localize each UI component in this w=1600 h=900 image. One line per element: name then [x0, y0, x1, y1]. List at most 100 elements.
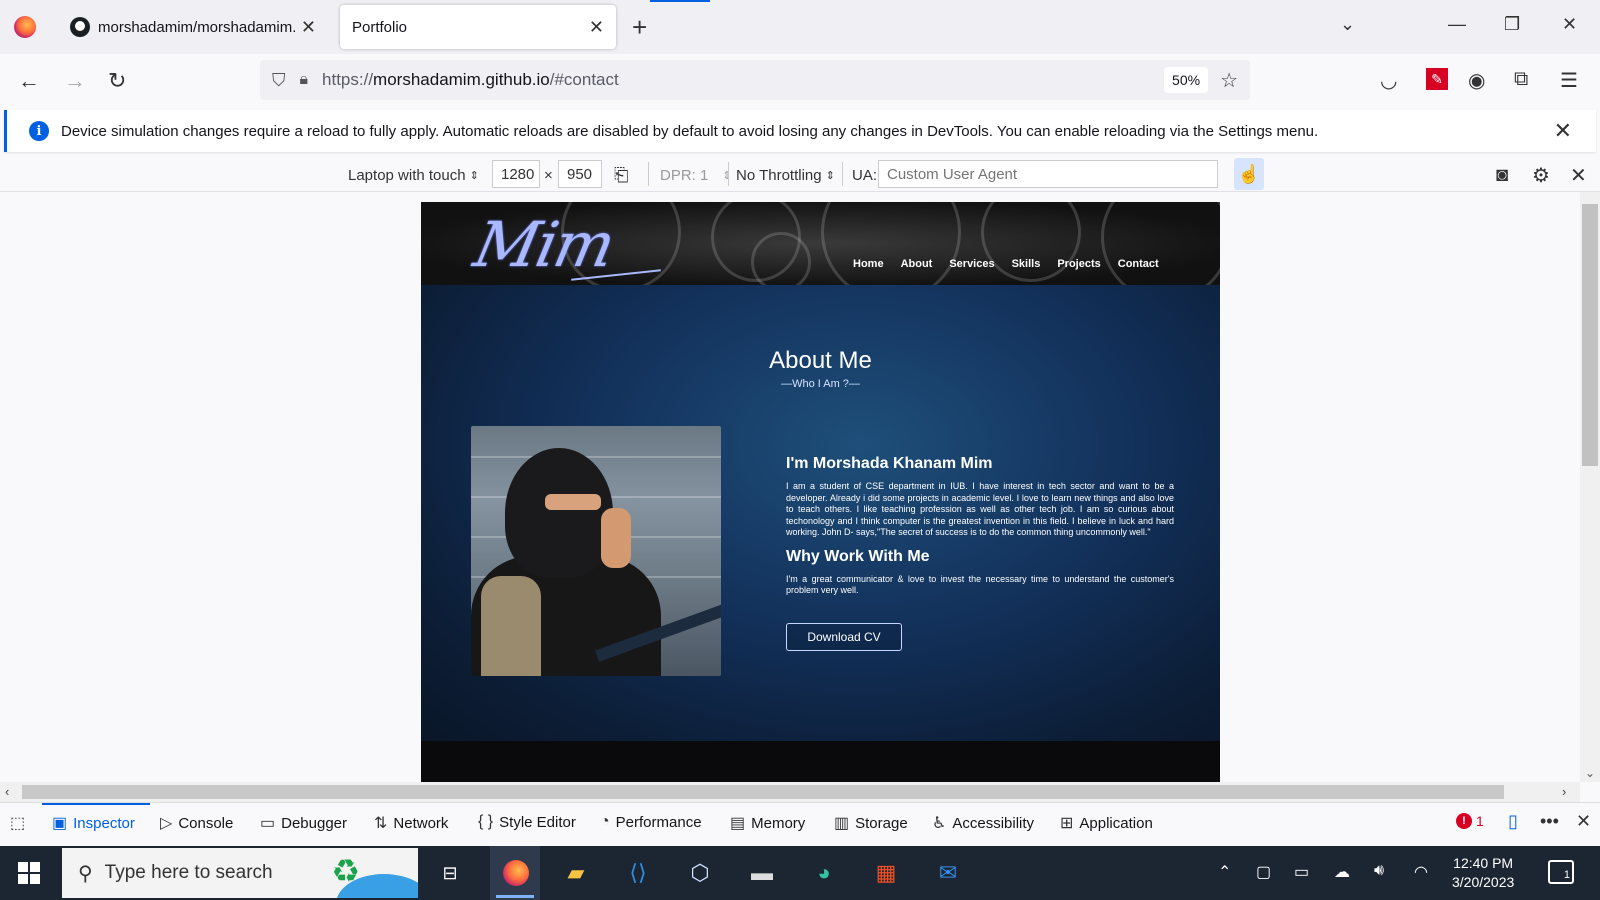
- bookmark-star-icon[interactable]: ☆: [1220, 68, 1238, 93]
- download-cv-button[interactable]: Download CV: [786, 623, 902, 651]
- site-logo[interactable]: Mim: [468, 208, 620, 281]
- plus-icon[interactable]: +: [632, 12, 647, 43]
- close-rdm-icon[interactable]: ✕: [1570, 162, 1587, 188]
- dpr-selector[interactable]: DPR: 1 ⇕: [660, 162, 732, 188]
- nav-home[interactable]: Home: [853, 258, 884, 270]
- nav-services[interactable]: Services: [949, 258, 994, 270]
- touch-simulation-icon[interactable]: ☝: [1234, 158, 1264, 190]
- scrollbar-thumb[interactable]: [1582, 204, 1598, 466]
- viewport-width-input[interactable]: 1280: [492, 160, 540, 188]
- windows-taskbar: ⚲ Type here to search ♻ ⊟ ▰ ⟨⟩ ⬡ ▬ ◕ ▦ ✉…: [0, 846, 1600, 900]
- hamburger-menu-icon[interactable]: ☰: [1560, 68, 1578, 93]
- battery-icon[interactable]: ▭: [1294, 862, 1309, 882]
- tab-accessibility[interactable]: ♿︎ Accessibility: [932, 813, 1034, 833]
- close-window-icon[interactable]: ✕: [1562, 14, 1577, 35]
- tab-label: Network: [393, 814, 449, 832]
- more-options-icon[interactable]: •••: [1540, 811, 1559, 832]
- tab-storage[interactable]: ▥ Storage: [834, 813, 908, 833]
- debugger-icon: ▭: [260, 815, 276, 832]
- edge-icon[interactable]: ◕: [808, 858, 840, 888]
- mail-icon[interactable]: ✉: [932, 858, 964, 888]
- performance-icon: ◔: [600, 813, 610, 830]
- reload-icon[interactable]: ↻: [108, 68, 126, 94]
- close-tab-icon[interactable]: ✕: [301, 17, 316, 38]
- close-icon[interactable]: ✕: [1554, 118, 1572, 144]
- browser-tab-portfolio[interactable]: Portfolio ✕: [340, 5, 616, 49]
- tab-network[interactable]: ⇅ Network: [374, 813, 448, 833]
- nav-projects[interactable]: Projects: [1057, 258, 1100, 270]
- scroll-down-arrow-icon[interactable]: ⌄: [1585, 766, 1595, 780]
- nav-about[interactable]: About: [901, 258, 933, 270]
- vertical-scrollbar[interactable]: ⌄: [1580, 192, 1600, 782]
- tab-label: Inspector: [73, 814, 135, 832]
- why-paragraph: I'm a great communicator & love to inves…: [786, 573, 1174, 596]
- extensions-puzzle-icon[interactable]: ⧉: [1514, 68, 1528, 91]
- back-arrow-icon[interactable]: ←: [18, 68, 40, 94]
- screenshot-camera-icon[interactable]: ◙: [1496, 162, 1508, 188]
- tab-application[interactable]: ⊞ Application: [1060, 813, 1153, 833]
- vscode-icon[interactable]: ⟨⟩: [622, 858, 654, 888]
- browser-tab-github[interactable]: morshadamim/morshadamim.g ✕: [58, 5, 328, 49]
- tab-debugger[interactable]: ▭ Debugger: [260, 813, 347, 833]
- element-picker-icon[interactable]: ⬚: [10, 813, 25, 833]
- device-name: Laptop with touch: [348, 166, 466, 184]
- nav-skills[interactable]: Skills: [1012, 258, 1041, 270]
- notification-center-icon[interactable]: 1: [1548, 860, 1574, 884]
- settings-gear-icon[interactable]: ⚙: [1532, 162, 1550, 188]
- tray-chevron-up-icon[interactable]: ⌃: [1218, 862, 1231, 882]
- task-view-icon[interactable]: ⊟: [434, 858, 466, 888]
- network-icon: ⇅: [374, 815, 388, 832]
- wifi-icon[interactable]: ◠: [1414, 862, 1428, 882]
- viewport-height-input[interactable]: 950: [558, 160, 602, 188]
- volume-icon[interactable]: 🔊︎: [1374, 862, 1384, 880]
- search-placeholder: Type here to search: [104, 862, 273, 883]
- minimize-icon[interactable]: —: [1448, 14, 1466, 35]
- github-icon: [70, 17, 90, 37]
- firefox-menu-icon[interactable]: [14, 16, 36, 38]
- rotate-viewport-icon[interactable]: ⎗: [614, 162, 628, 188]
- user-agent-input[interactable]: [878, 160, 1218, 188]
- tracking-shield-icon[interactable]: ⛉: [272, 70, 286, 91]
- virtualbox-icon[interactable]: ⬡: [684, 858, 716, 888]
- taskbar-search-box[interactable]: ⚲ Type here to search ♻: [62, 848, 418, 898]
- simulated-page: Mim Home About Services Skills Projects …: [421, 202, 1220, 782]
- url-text[interactable]: https://morshadamim.github.io/#contact: [322, 70, 1164, 90]
- lock-icon[interactable]: 🔒︎: [300, 71, 309, 89]
- extension-red-icon[interactable]: ✎: [1426, 68, 1448, 90]
- responsive-mode-icon[interactable]: ▯: [1508, 811, 1518, 832]
- divider: [728, 162, 729, 186]
- throttling-selector[interactable]: No Throttling ⇕: [736, 162, 835, 188]
- meet-now-icon[interactable]: ▢: [1256, 862, 1271, 882]
- chevron-down-icon[interactable]: ⌄: [1340, 14, 1355, 35]
- zoom-level-badge[interactable]: 50%: [1164, 67, 1209, 93]
- forward-arrow-icon[interactable]: →: [64, 68, 86, 94]
- microsoft-store-icon[interactable]: ▦: [870, 858, 902, 888]
- restore-icon[interactable]: ❐: [1504, 14, 1520, 35]
- firefox-app-icon[interactable]: [500, 858, 532, 888]
- tab-style-editor[interactable]: { } Style Editor: [478, 813, 576, 831]
- close-devtools-icon[interactable]: ✕: [1576, 811, 1591, 832]
- tab-memory[interactable]: ▤ Memory: [730, 813, 805, 833]
- url-bar[interactable]: ⛉ 🔒︎ https://morshadamim.github.io/#cont…: [260, 60, 1250, 100]
- system-clock[interactable]: 12:40 PM 3/20/2023: [1452, 854, 1514, 892]
- terminal-icon[interactable]: ▬: [746, 858, 778, 888]
- nav-contact[interactable]: Contact: [1118, 258, 1159, 270]
- photo-detail: [471, 456, 721, 458]
- windows-start-icon[interactable]: [18, 862, 40, 884]
- tab-console[interactable]: ▷ Console: [160, 813, 233, 833]
- updown-icon: ⇕: [825, 169, 835, 182]
- header-pattern: [751, 232, 811, 285]
- error-count[interactable]: ! 1: [1456, 813, 1484, 829]
- pocket-icon[interactable]: ◡: [1380, 68, 1397, 93]
- file-explorer-icon[interactable]: ▰: [560, 858, 592, 888]
- device-selector[interactable]: Laptop with touch ⇕: [348, 162, 479, 188]
- scroll-right-arrow-icon[interactable]: ›: [1562, 784, 1566, 799]
- horizontal-scrollbar[interactable]: ‹ ›: [0, 782, 1580, 802]
- scrollbar-thumb[interactable]: [22, 785, 1504, 799]
- scroll-left-arrow-icon[interactable]: ‹: [5, 784, 9, 799]
- close-tab-icon[interactable]: ✕: [589, 17, 604, 38]
- onedrive-cloud-icon[interactable]: ☁: [1334, 862, 1350, 882]
- tab-inspector[interactable]: ▣ Inspector: [52, 813, 135, 833]
- tab-performance[interactable]: ◔ Performance: [600, 813, 702, 831]
- extension-avatar-icon[interactable]: ◉: [1468, 68, 1485, 93]
